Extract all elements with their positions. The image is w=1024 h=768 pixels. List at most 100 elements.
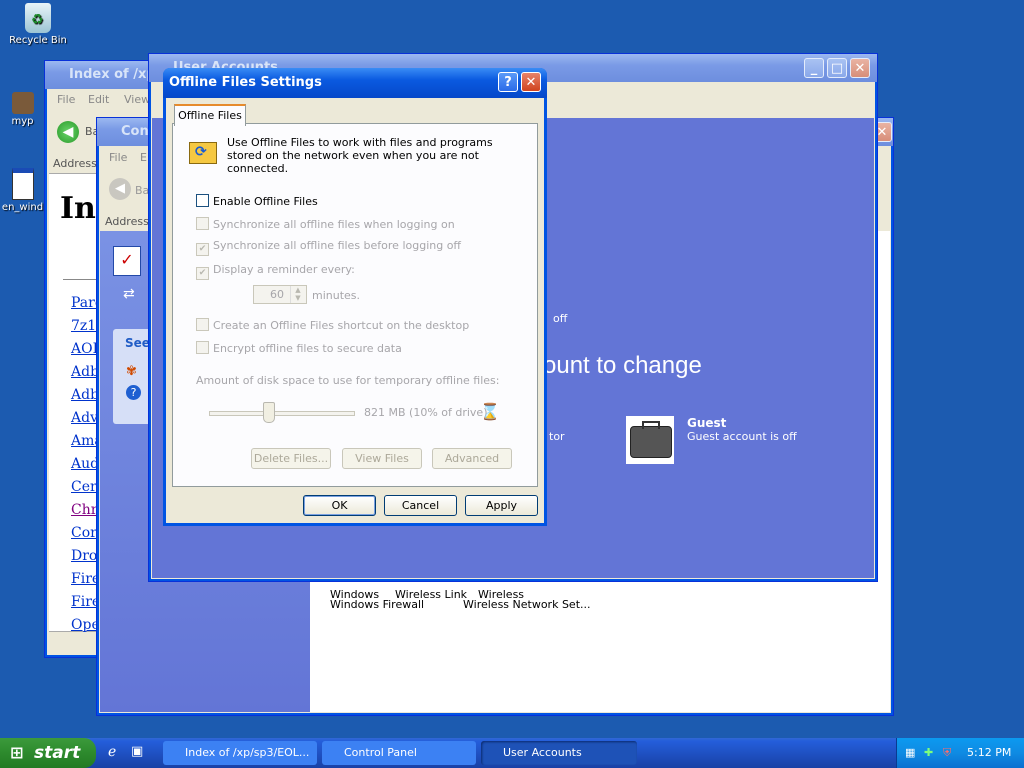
guest-account-tile[interactable] <box>626 416 674 464</box>
delete-files-button[interactable]: Delete Files... <box>251 448 331 469</box>
control-panel-checklist-icon: ✓ <box>113 246 141 276</box>
desktop-file-icon[interactable]: en_wind <box>0 168 45 213</box>
index-link[interactable]: Adb <box>71 387 99 403</box>
encrypt-checkbox[interactable]: Encrypt offline files to secure data <box>196 341 402 355</box>
task-user-accounts[interactable]: User Accounts <box>481 741 637 765</box>
checkbox-box <box>196 217 209 230</box>
dialog-close-button[interactable]: ✕ <box>521 72 541 92</box>
sync-logon-checkbox[interactable]: Synchronize all offline files when loggi… <box>196 217 455 231</box>
minimize-button[interactable]: _ <box>804 58 824 78</box>
reminder-unit: minutes. <box>312 289 361 302</box>
desktop-shortcut-label: myp <box>11 116 34 127</box>
task-control-panel-label: Control Panel <box>344 746 417 759</box>
desktop-shortcut-icon[interactable]: myp <box>0 92 45 127</box>
shield-warning-icon[interactable]: ⛨ <box>943 738 951 768</box>
recycle-bin-icon[interactable]: ♻ Recycle Bin <box>3 3 73 46</box>
task-index-browser[interactable]: Index of /xp/sp3/EOL... <box>163 741 317 765</box>
sync-logoff-label: Synchronize all offline files before log… <box>213 239 462 252</box>
ok-button[interactable]: OK <box>303 495 376 516</box>
maximize-button[interactable]: □ <box>827 58 847 78</box>
admin-account-text: tor <box>549 430 565 443</box>
help-button[interactable]: ? <box>498 72 518 92</box>
task-index-browser-label: Index of /xp/sp3/EOL... <box>185 746 310 759</box>
show-desktop-icon[interactable]: ▣ <box>131 744 143 759</box>
cp-menu-file[interactable]: File <box>109 151 127 164</box>
windows-logo-icon: ⊞ <box>10 743 24 762</box>
browser-title: Index of /xp/ <box>45 61 165 89</box>
wireless-network-setup-label: Wireless Network Set... <box>463 598 591 611</box>
switch-view-icon[interactable]: ⇄ <box>123 286 141 302</box>
disk-space-slider-thumb[interactable] <box>263 402 276 423</box>
advanced-button[interactable]: Advanced <box>432 448 512 469</box>
disk-space-value: 821 MB (10% of drive) <box>364 406 488 419</box>
browser-menu-file[interactable]: File <box>57 93 75 106</box>
browser-address-label: Address <box>53 157 97 170</box>
system-tray: ▦ ✚ ⛨ 5:12 PM <box>896 738 1024 768</box>
desktop-file-label: en_wind <box>1 202 44 213</box>
dialog-title: Offline Files Settings <box>163 68 547 98</box>
reminder-minutes-spinner[interactable]: 60 ▲ ▼ <box>253 285 307 304</box>
cp-address-label: Address <box>105 215 149 228</box>
account-off-text: off <box>553 312 568 325</box>
pick-account-heading: ount to change <box>543 352 702 379</box>
sync-logoff-checkbox[interactable]: ✔ Synchronize all offline files before lo… <box>196 239 461 256</box>
guest-status: Guest account is off <box>687 430 797 443</box>
disk-space-label: Amount of disk space to use for temporar… <box>196 374 500 387</box>
apply-button[interactable]: Apply <box>465 495 538 516</box>
index-link[interactable]: Dro <box>71 548 97 564</box>
recycle-bin-label: Recycle Bin <box>9 35 67 46</box>
cp-item-wireless-network-setup[interactable]: Wireless Network Set... <box>463 588 591 611</box>
index-link[interactable]: Chr <box>71 502 97 518</box>
offline-files-dialog[interactable]: Offline Files Settings ? ✕ Offline Files… <box>163 68 547 526</box>
spinner-arrows-icon[interactable]: ▲ ▼ <box>290 286 305 303</box>
dialog-description: Use Offline Files to work with files and… <box>227 136 493 175</box>
index-link[interactable]: Adv <box>71 410 98 426</box>
task-control-panel[interactable]: Control Panel <box>322 741 476 765</box>
taskbar: ⊞ start ℯ ▣ Index of /xp/sp3/EOL... Cont… <box>0 738 1024 768</box>
index-link[interactable]: AOI <box>71 341 98 357</box>
sync-logon-label: Synchronize all offline files when loggi… <box>213 218 455 231</box>
suitcase-icon <box>630 426 672 458</box>
display-reminder-checkbox[interactable]: ✔ Display a reminder every: <box>196 263 355 280</box>
checkbox-box <box>196 341 209 354</box>
reminder-minutes-value: 60 <box>270 288 284 301</box>
hourglass-cursor-icon: ⌛ <box>480 402 500 421</box>
index-link[interactable]: Adb <box>71 364 99 380</box>
clock[interactable]: 5:12 PM <box>967 738 1011 768</box>
help-icon[interactable]: ? <box>126 385 141 400</box>
back-arrow-icon[interactable]: ◀ <box>57 121 79 143</box>
start-label: start <box>34 743 81 763</box>
create-shortcut-checkbox[interactable]: Create an Offline Files shortcut on the … <box>196 318 469 332</box>
guest-name[interactable]: Guest <box>687 416 726 430</box>
cp-menu-edit[interactable]: E <box>140 151 147 164</box>
encrypt-label: Encrypt offline files to secure data <box>213 342 402 355</box>
security-center-icon[interactable]: ✚ <box>924 738 933 768</box>
index-link[interactable]: Cor <box>71 525 97 541</box>
browser-menu-view[interactable]: View <box>124 93 150 106</box>
cancel-button[interactable]: Cancel <box>384 495 457 516</box>
view-files-button[interactable]: View Files <box>342 448 422 469</box>
checkmark-icon: ✔ <box>196 243 209 256</box>
enable-offline-files-checkbox[interactable]: Enable Offline Files <box>196 194 318 208</box>
internet-explorer-icon[interactable]: ℯ <box>108 744 116 760</box>
windows-update-icon[interactable]: ✾ <box>126 364 137 379</box>
create-shortcut-label: Create an Offline Files shortcut on the … <box>213 319 470 332</box>
index-link[interactable]: Aud <box>71 456 99 472</box>
display-reminder-label: Display a reminder every: <box>213 263 355 276</box>
browser-menu-edit[interactable]: Edit <box>88 93 109 106</box>
network-icon[interactable]: ▦ <box>905 738 915 768</box>
checkmark-icon: ✔ <box>196 267 209 280</box>
disk-space-slider[interactable] <box>209 411 355 416</box>
cp-item-windows-firewall[interactable]: Windows Firewall <box>330 588 424 611</box>
checkbox-box <box>196 318 209 331</box>
cp-back-arrow-icon[interactable]: ◀ <box>109 178 131 200</box>
offline-files-panel: ⟳ Use Offline Files to work with files a… <box>172 123 538 487</box>
index-link[interactable]: Cer <box>71 479 97 495</box>
offline-files-sync-icon: ⟳ <box>187 138 217 166</box>
see-also-heading: See <box>125 336 150 350</box>
close-button[interactable]: ✕ <box>850 58 870 78</box>
enable-offline-files-label: Enable Offline Files <box>213 195 318 208</box>
tab-offline-files[interactable]: Offline Files <box>174 104 246 126</box>
start-button[interactable]: ⊞ start <box>0 738 96 768</box>
index-link[interactable]: 7z1 <box>71 318 96 334</box>
